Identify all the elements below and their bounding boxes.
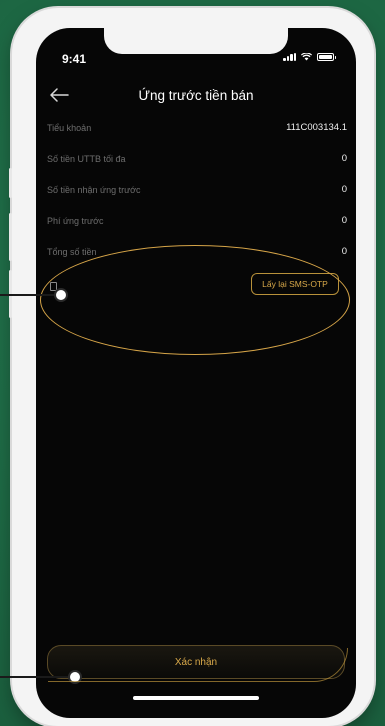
resend-sms-otp-button[interactable]: Lấy lại SMS-OTP	[251, 273, 339, 295]
row-value: 0	[341, 215, 347, 226]
status-time: 9:41	[62, 52, 87, 66]
row-value: 111C003134.1	[286, 122, 347, 133]
row-max-advance: Số tiền UTTB tối đa 0	[47, 153, 347, 164]
row-advance-fee: Phí ứng trước 0	[47, 215, 347, 226]
row-label: Tiểu khoản	[47, 122, 92, 133]
signal-icon	[283, 53, 296, 61]
row-label: Phí ứng trước	[47, 215, 104, 226]
stage: 9:41 Ứng trước tiền bán Tiểu khoản 111C0…	[0, 0, 385, 726]
phone-notch	[104, 28, 288, 54]
phone-side-button-1	[9, 168, 12, 198]
app-screen: 9:41 Ứng trước tiền bán Tiểu khoản 111C0…	[36, 28, 356, 718]
row-value: 0	[341, 184, 347, 195]
page-title: Ứng trước tiền bán	[138, 88, 254, 103]
row-total-amount: Tổng số tiền 0	[47, 246, 347, 257]
highlight-confirm-curve	[48, 648, 348, 682]
phone-side-button-2	[9, 213, 12, 261]
status-icons	[283, 53, 336, 61]
row-label: Số tiền nhận ứng trước	[47, 184, 141, 195]
row-label: Số tiền UTTB tối đa	[47, 153, 126, 164]
home-indicator	[133, 696, 259, 700]
row-value: 0	[341, 153, 347, 164]
wifi-icon	[301, 53, 312, 61]
row-label: Tổng số tiền	[47, 246, 97, 257]
annotation-line-otp	[0, 294, 58, 296]
annotation-dot-otp	[54, 288, 68, 302]
row-sub-account: Tiểu khoản 111C003134.1	[47, 122, 347, 133]
row-received-advance: Số tiền nhận ứng trước 0	[47, 184, 347, 195]
row-value: 0	[341, 246, 347, 257]
battery-icon	[317, 53, 336, 61]
otp-input[interactable]	[48, 280, 242, 298]
